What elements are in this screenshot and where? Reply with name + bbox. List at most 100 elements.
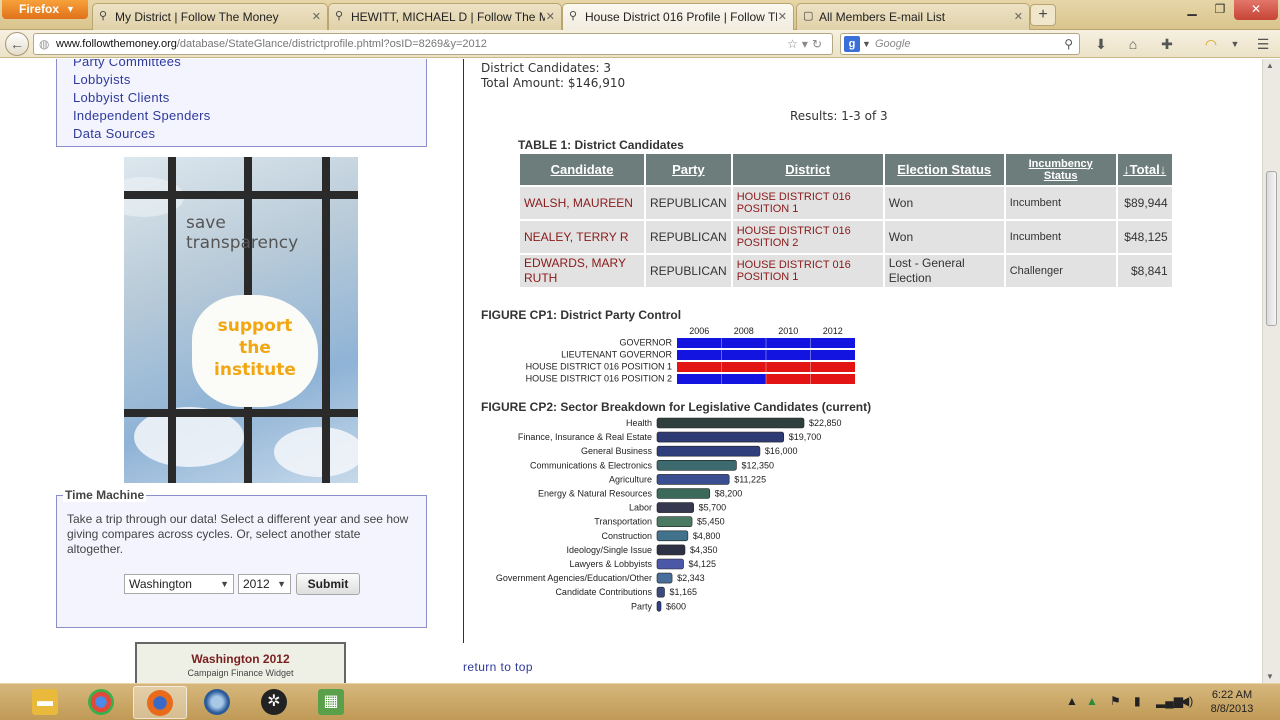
column-header-total[interactable]: ↓Total↓ xyxy=(1117,154,1172,185)
scrollbar-thumb[interactable] xyxy=(1266,171,1277,326)
candidate-name-link[interactable]: EDWARDS, MARY RUTH xyxy=(520,255,644,287)
tab-bar: Firefox ▼ ⚲ My District | Follow The Mon… xyxy=(0,0,1280,30)
close-tab-icon[interactable]: ✕ xyxy=(1014,10,1023,23)
banner-support-text: support the institute xyxy=(192,315,318,381)
taskbar-thunderbird[interactable] xyxy=(190,686,244,719)
state-select[interactable]: Washington ▼ xyxy=(124,574,234,594)
search-icon[interactable]: ⚲ xyxy=(1064,34,1073,54)
sector-bar xyxy=(656,417,805,429)
name-line: EDWARDS, MARY xyxy=(524,256,627,270)
year-tick-label: 2006 xyxy=(689,326,709,336)
scroll-down-icon[interactable]: ▼ xyxy=(1266,672,1274,681)
firefox-menu-button[interactable]: Firefox ▼ xyxy=(2,0,88,19)
magnifier-favicon-icon: ⚲ xyxy=(569,10,578,22)
sector-bar xyxy=(656,445,761,457)
office-label: LIEUTENANT GOVERNOR xyxy=(561,350,672,360)
sidebar-item-lobbyist-clients[interactable]: Lobbyist Clients xyxy=(73,89,426,107)
sector-label: Construction xyxy=(601,531,652,541)
tab-hewitt[interactable]: ⚲ HEWITT, MICHAEL D | Follow The M... ✕ xyxy=(328,3,562,30)
column-header-incumbency-status[interactable]: Incumbency Status xyxy=(1005,154,1116,185)
party-control-chart: 2006 2008 2010 2012 GOVERNOR LIEUTENANT GOVER… xyxy=(526,326,855,384)
sector-value-label: $4,125 xyxy=(689,559,717,569)
chevron-down-icon[interactable]: ▼ xyxy=(1224,35,1246,53)
volume-icon[interactable]: ◀) xyxy=(1180,694,1193,708)
sector-bar xyxy=(656,431,785,443)
incumbency-cell: Incumbent xyxy=(1005,187,1116,219)
district-line: HOUSE DISTRICT 016 xyxy=(736,259,851,271)
chrome-icon xyxy=(88,689,114,715)
table-row: WALSH, MAUREEN REPUBLICAN HOUSE DISTRICT… xyxy=(520,187,1172,219)
sector-breakdown-chart: Health $22,850 Finance, Insurance & Real E… xyxy=(496,417,842,612)
clock-time: 6:22 AM xyxy=(1211,689,1253,701)
sidebar-item-party-committees[interactable]: Party Committees xyxy=(73,59,426,71)
election-status-cell: Won xyxy=(884,221,1004,253)
taskbar-firefox[interactable] xyxy=(133,686,187,719)
search-bar[interactable]: g ▼ Google ⚲ xyxy=(840,33,1080,55)
chevron-down-icon: ▼ xyxy=(862,39,871,49)
vertical-scrollbar[interactable]: ▲ ▼ xyxy=(1262,59,1280,683)
google-drive-icon[interactable]: ▲ xyxy=(1086,694,1098,708)
taskbar-obs[interactable]: ✲ xyxy=(247,686,301,719)
taskbar-explorer[interactable]: ▬ xyxy=(18,686,72,719)
restore-button[interactable]: ❐ xyxy=(1206,0,1234,20)
campaign-finance-widget[interactable]: Washington 2012 Campaign Finance Widget xyxy=(135,642,346,683)
support-banner[interactable]: save transparency support the institute xyxy=(124,157,358,483)
sector-bar xyxy=(656,474,730,485)
system-clock[interactable]: 6:22 AM 8/8/2013 xyxy=(1200,688,1264,716)
rainbow-icon[interactable]: ◠ xyxy=(1200,35,1222,53)
sector-value-label: $1,165 xyxy=(669,587,697,597)
taskbar-spreadsheet[interactable]: ▦ xyxy=(304,686,358,719)
new-tab-button[interactable]: + xyxy=(1030,4,1056,26)
sector-value-label: $22,850 xyxy=(809,418,842,428)
sidebar-item-data-sources[interactable]: Data Sources xyxy=(73,125,426,143)
sidebar-item-lobbyists[interactable]: Lobbyists xyxy=(73,71,426,89)
menu-icon[interactable]: ☰ xyxy=(1252,35,1274,53)
scroll-up-icon[interactable]: ▲ xyxy=(1266,61,1274,70)
district-total-amount: Total Amount: $146,910 xyxy=(481,76,626,90)
close-tab-icon[interactable]: ✕ xyxy=(778,10,787,23)
table-row: NEALEY, TERRY R REPUBLICAN HOUSE DISTRIC… xyxy=(520,221,1172,253)
tab-members-email-list[interactable]: ▢ All Members E-mail List ✕ xyxy=(796,3,1030,30)
close-tab-icon[interactable]: ✕ xyxy=(546,10,555,23)
total-cell: $48,125 xyxy=(1117,221,1172,253)
candidate-name-link[interactable]: NEALEY, TERRY R xyxy=(520,221,644,253)
flag-icon[interactable]: ⚑ xyxy=(1110,694,1121,708)
download-icon[interactable]: ⬇ xyxy=(1090,35,1112,53)
url-bar[interactable]: ◍ www.followthemoney.org/database/StateG… xyxy=(33,33,833,55)
battery-icon[interactable]: ▮ xyxy=(1134,694,1141,708)
candidate-name-link[interactable]: WALSH, MAUREEN xyxy=(520,187,644,219)
banner-line: transparency xyxy=(186,233,299,253)
taskbar-chrome[interactable] xyxy=(74,686,128,719)
sector-bar xyxy=(656,530,689,542)
column-header-district[interactable]: District xyxy=(732,154,883,185)
google-engine-icon[interactable]: g xyxy=(844,36,860,52)
district-link[interactable]: HOUSE DISTRICT 016 POSITION 1 xyxy=(732,187,883,219)
column-header-election-status[interactable]: Election Status xyxy=(884,154,1004,185)
submit-button[interactable]: Submit xyxy=(296,573,360,595)
bookmark-star-icon[interactable]: ☆▾↻ xyxy=(787,34,826,54)
column-header-candidate[interactable]: Candidate xyxy=(520,154,644,185)
sidebar-item-independent-spenders[interactable]: Independent Spenders xyxy=(73,107,426,125)
district-link[interactable]: HOUSE DISTRICT 016 POSITION 1 xyxy=(732,255,883,287)
tab-my-district[interactable]: ⚲ My District | Follow The Money ✕ xyxy=(92,3,328,30)
show-hidden-icons[interactable]: ▲ xyxy=(1066,694,1078,708)
tab-house-district-profile[interactable]: ⚲ House District 016 Profile | Follow Th… xyxy=(562,3,794,30)
table-row: EDWARDS, MARY RUTH REPUBLICAN HOUSE DIST… xyxy=(520,255,1172,287)
close-tab-icon[interactable]: ✕ xyxy=(312,10,321,23)
thunderbird-icon xyxy=(204,689,230,715)
minimize-button[interactable]: ▁ xyxy=(1178,0,1206,20)
return-to-top-link[interactable]: return to top xyxy=(463,660,533,674)
district-link[interactable]: HOUSE DISTRICT 016 POSITION 2 xyxy=(732,221,883,253)
addon-icon[interactable]: ✚ xyxy=(1156,35,1178,53)
district-line: POSITION 1 xyxy=(736,271,799,283)
back-button[interactable]: ← xyxy=(5,32,29,56)
sector-label: Communications & Electronics xyxy=(530,460,653,470)
sector-value-label: $8,200 xyxy=(715,489,743,499)
network-icon[interactable]: ▂▄▆ xyxy=(1156,694,1183,708)
home-icon[interactable]: ⌂ xyxy=(1122,35,1144,53)
year-select[interactable]: 2012 ▼ xyxy=(238,574,291,594)
close-window-button[interactable]: ✕ xyxy=(1234,0,1278,20)
incumbency-cell: Challenger xyxy=(1005,255,1116,287)
table-title: TABLE 1: District Candidates xyxy=(518,138,684,152)
column-header-party[interactable]: Party xyxy=(646,154,731,185)
